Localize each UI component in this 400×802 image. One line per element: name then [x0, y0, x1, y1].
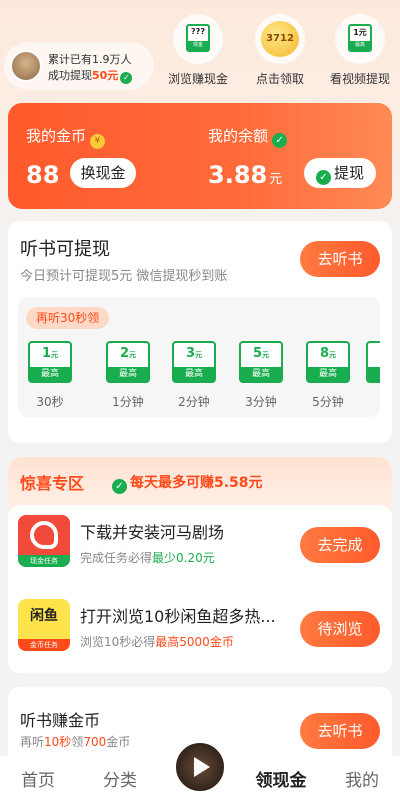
complete-task-button[interactable]: 去完成 [300, 527, 380, 563]
cash-reward-icon: 1 [366, 341, 380, 383]
reward-time: 2分钟 [178, 395, 210, 409]
listen-title: 听书可提现 [20, 239, 110, 260]
task-name: 打开浏览10秒闲鱼超多热... [80, 607, 276, 626]
tab-category[interactable]: 分类 [90, 766, 150, 791]
browse-earn-cash-label: 浏览赚现金 [167, 72, 228, 86]
balance-card: 我的金币 ¥ 88 换现金 我的余额 ✓ 3.88 元 ✓ 提现 [8, 103, 392, 209]
withdraw-button[interactable]: ✓ 提现 [304, 158, 376, 188]
watch-video-withdraw[interactable]: 1元 最高 看视频提现 [320, 14, 400, 87]
go-listen-button[interactable]: 去听书 [300, 241, 380, 277]
play-icon [194, 757, 210, 777]
withdraw-promo-banner: 累计已有1.9万人 成功提现50元 ✓ [4, 42, 154, 90]
exchange-cash-button[interactable]: 换现金 [70, 158, 136, 188]
xianyu-app-icon: 闲鱼 金币任务 [18, 599, 70, 651]
cash-reward-icon: 2元 最高 [106, 341, 150, 383]
reward-item[interactable]: 5元 最高 3分钟 [233, 341, 289, 410]
claim-coins[interactable]: 3712 点击领取 [240, 14, 320, 87]
cash-voucher-icon: ??? 现金 [186, 24, 210, 52]
coins-task-title: 听书赚金币 [20, 711, 101, 730]
promo-line2: 成功提现50元 ✓ [48, 67, 133, 84]
tab-home[interactable]: 首页 [8, 766, 68, 791]
reward-time: 30秒 [36, 395, 64, 409]
task-item-xianyu: 闲鱼 金币任务 打开浏览10秒闲鱼超多热... 浏览10秒必得最高5000金币 待… [8, 589, 392, 673]
wechat-icon: ✓ [315, 170, 331, 185]
check-icon: ✓ [120, 72, 133, 84]
cash-reward-icon: 3元 最高 [172, 341, 216, 383]
coins-value: 88 [26, 161, 60, 189]
reward-time: 10 [360, 393, 380, 407]
listen-withdraw-card: 听书可提现 今日预计可提现5元 微信提现秒到账 去听书 再听30秒领 1元 最高 … [8, 221, 392, 443]
task-item-hema: 现金任务 下载并安装河马剧场 完成任务必得最少0.20元 去完成 [8, 505, 392, 589]
task-name: 下载并安装河马剧场 [80, 523, 225, 542]
reward-time: 5分钟 [312, 395, 344, 409]
cash-reward-icon: 1元 最高 [28, 341, 72, 383]
gold-coin-icon: 3712 [261, 21, 299, 57]
listen-subtitle: 今日预计可提现5元 微信提现秒到账 [20, 269, 228, 284]
cash-voucher-icon: 1元 最高 [348, 24, 372, 52]
hema-theater-app-icon: 现金任务 [18, 515, 70, 567]
task-desc: 浏览10秒必得最高5000金币 [80, 635, 234, 649]
cash-balance-label: 我的余额 ✓ [208, 125, 288, 148]
coin-icon: ¥ [90, 134, 106, 149]
claim-coins-label: 点击领取 [255, 72, 304, 86]
tab-get-cash[interactable]: 领现金 [246, 766, 316, 791]
cash-reward-icon: 8元 最高 [306, 341, 350, 383]
reward-item[interactable]: 1元 最高 30秒 [22, 341, 78, 410]
tab-mine[interactable]: 我的 [332, 766, 392, 791]
listen-more-tag: 再听30秒领 [26, 307, 110, 329]
browse-earn-cash[interactable]: ??? 现金 浏览赚现金 [158, 14, 238, 87]
cash-reward-icon: 5元 最高 [239, 341, 283, 383]
reward-time: 3分钟 [245, 395, 277, 409]
avatar [10, 50, 42, 82]
header: 累计已有1.9万人 成功提现50元 ✓ ??? 现金 浏览赚现金 3712 点击领取… [0, 0, 400, 100]
reward-time: 1分钟 [112, 395, 144, 409]
wechat-icon: ✓ [112, 479, 127, 494]
browse-task-button[interactable]: 待浏览 [300, 611, 380, 647]
watch-video-withdraw-label: 看视频提现 [329, 72, 390, 86]
surprise-subtitle: ✓ 每天最多可赚5.58元 [112, 472, 263, 494]
reward-timeline: 再听30秒领 1元 最高 30秒 2元 最高 1分钟 3元 最高 2分钟 5元 最高 3… [18, 297, 380, 417]
reward-item[interactable]: 1 10 [360, 341, 380, 407]
check-icon: ✓ [272, 133, 288, 148]
cash-balance-value: 3.88 元 [208, 161, 283, 189]
audio-player-button[interactable] [173, 740, 227, 794]
coins-label: 我的金币 ¥ [26, 125, 106, 149]
coins-task-subtitle: 再听10秒领700金币 [20, 735, 131, 749]
reward-item[interactable]: 3元 最高 2分钟 [166, 341, 222, 410]
reward-item[interactable]: 2元 最高 1分钟 [100, 341, 156, 410]
go-listen-coins-button[interactable]: 去听书 [300, 713, 380, 749]
promo-line1: 累计已有1.9万人 [48, 53, 132, 66]
reward-item[interactable]: 8元 最高 5分钟 [300, 341, 356, 410]
surprise-title: 惊喜专区 [20, 474, 85, 493]
task-desc: 完成任务必得最少0.20元 [80, 551, 215, 565]
